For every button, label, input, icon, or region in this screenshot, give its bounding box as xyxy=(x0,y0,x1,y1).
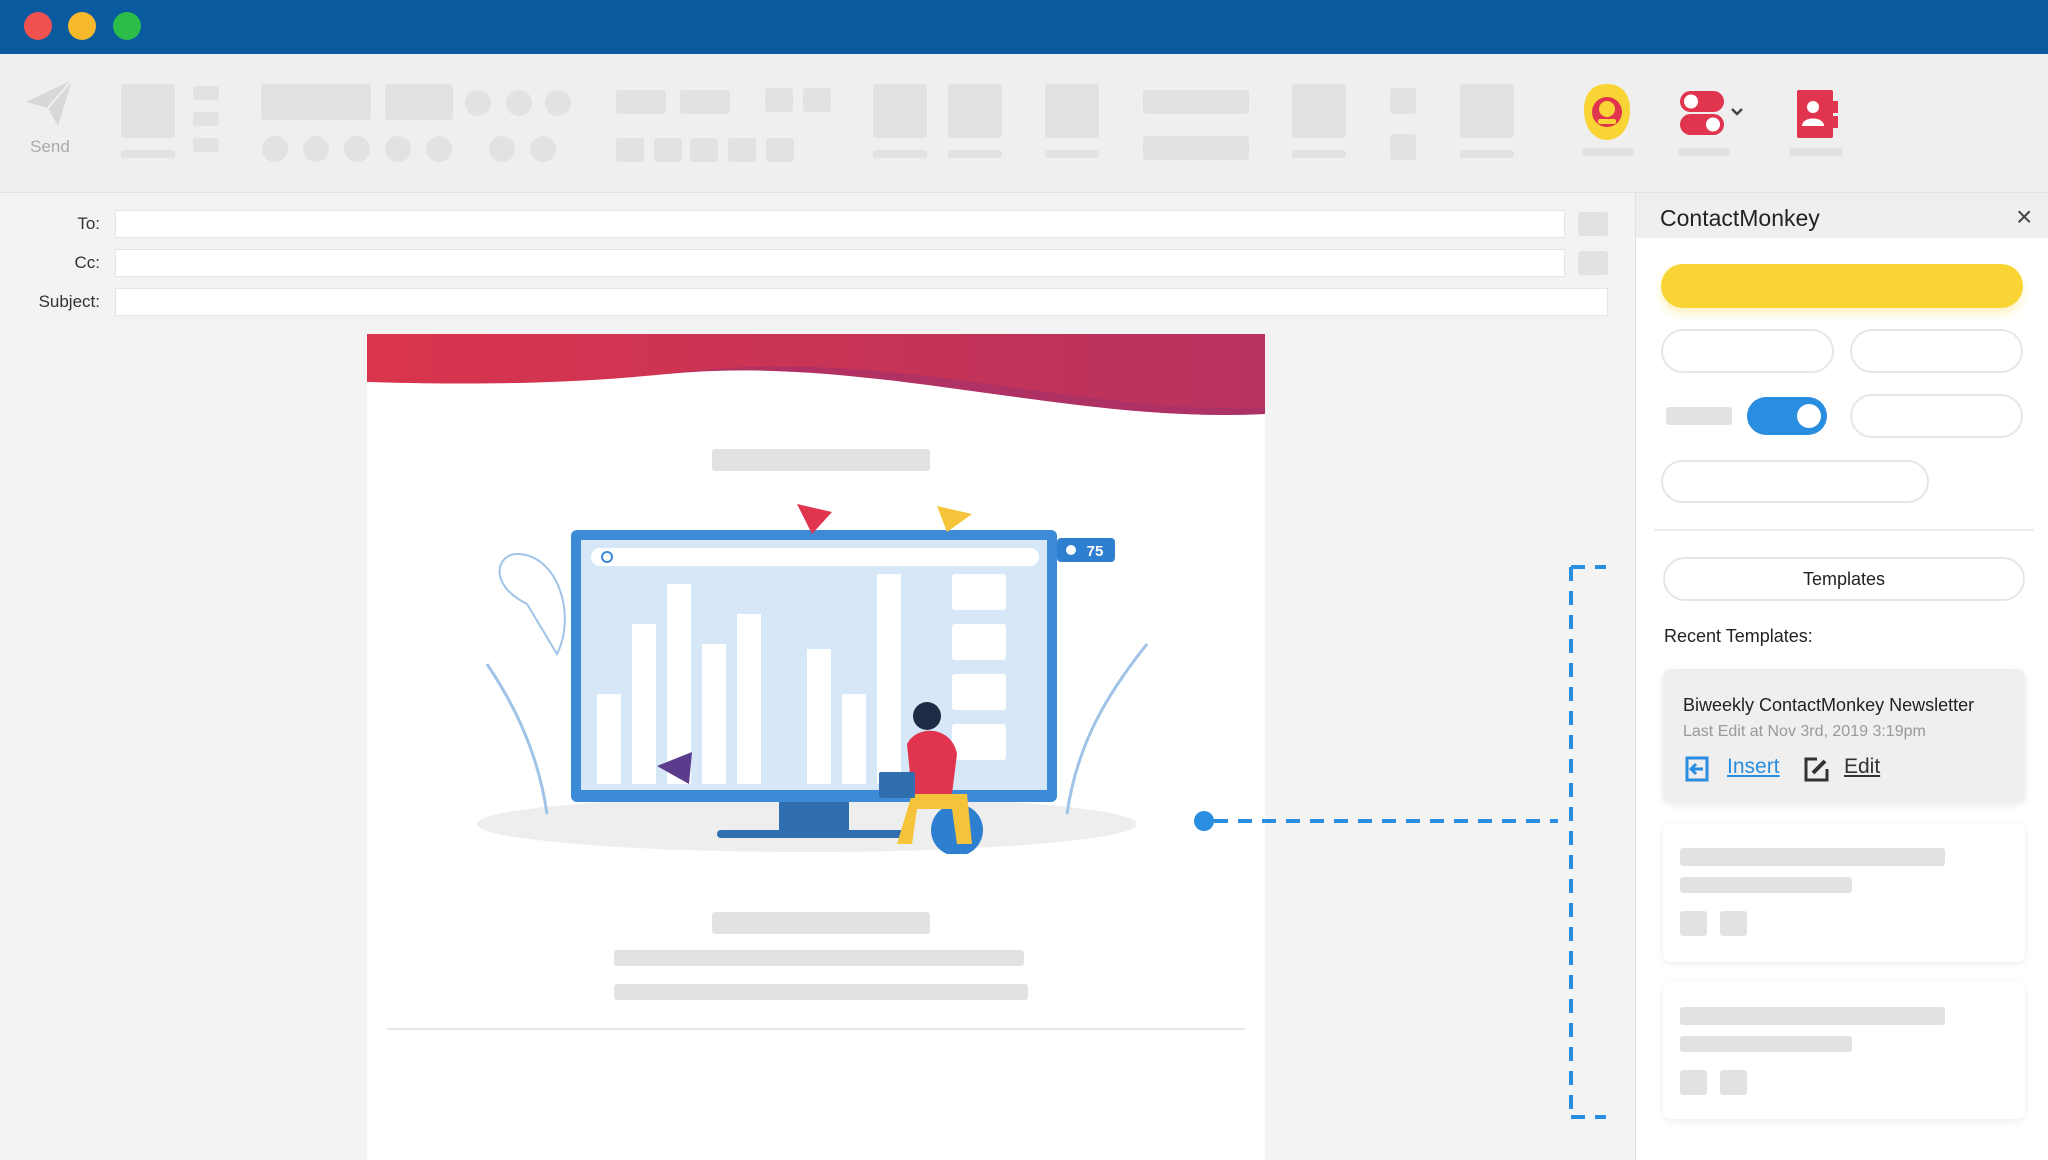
email-body[interactable]: 75 xyxy=(367,334,1265,1160)
template-card-placeholder[interactable] xyxy=(1663,823,2025,962)
to-address-book-button[interactable] xyxy=(1578,212,1608,236)
close-icon: × xyxy=(2016,201,2033,232)
option-button-1[interactable] xyxy=(1661,329,1834,373)
toolbar: Send xyxy=(0,54,2048,193)
contacts-book-icon xyxy=(1797,90,1838,138)
insert-icon xyxy=(1685,756,1709,782)
email-banner xyxy=(367,334,1265,415)
connector-line xyxy=(1194,565,1606,1119)
option-button-4[interactable] xyxy=(1661,460,1929,503)
close-panel-button[interactable]: × xyxy=(2016,201,2032,233)
to-field[interactable] xyxy=(115,210,1565,238)
contactmonkey-button[interactable] xyxy=(1580,82,1634,156)
dashboard-illustration: 75 xyxy=(477,504,1149,854)
template-last-edit: Last Edit at Nov 3rd, 2019 3:19pm xyxy=(1683,723,1926,740)
templates-button[interactable]: Templates xyxy=(1663,557,2025,601)
template-card[interactable]: Biweekly ContactMonkey Newsletter Last E… xyxy=(1663,669,2025,803)
send-label: Send xyxy=(30,137,70,156)
contacts-button[interactable] xyxy=(1789,89,1843,156)
title-bar xyxy=(0,0,2048,54)
cc-label: Cc: xyxy=(74,253,101,272)
template-name: Biweekly ContactMonkey Newsletter xyxy=(1683,695,1975,715)
eye-icon xyxy=(1066,545,1076,555)
template-card-placeholder[interactable] xyxy=(1663,982,2025,1119)
to-label: To: xyxy=(77,214,100,233)
edit-icon xyxy=(1804,757,1829,782)
toggles-dropdown-button[interactable] xyxy=(1678,90,1748,156)
panel-title: ContactMonkey xyxy=(1660,205,1820,231)
contactmonkey-logo-icon xyxy=(1584,84,1630,140)
cc-field[interactable] xyxy=(115,249,1565,277)
toggles-icon xyxy=(1680,91,1743,135)
close-window-button[interactable] xyxy=(24,12,52,40)
subject-field[interactable] xyxy=(115,288,1608,316)
maximize-window-button[interactable] xyxy=(113,12,141,40)
cc-address-book-button[interactable] xyxy=(1578,251,1608,275)
edit-link[interactable]: Edit xyxy=(1844,755,1880,779)
chevron-down-icon xyxy=(1731,108,1743,116)
contactmonkey-panel: ContactMonkey × Templates Recent Templat… xyxy=(1635,193,2048,1160)
recent-templates-label: Recent Templates: xyxy=(1664,626,1813,646)
minimize-window-button[interactable] xyxy=(68,12,96,40)
option-button-3[interactable] xyxy=(1850,394,2023,438)
send-icon xyxy=(26,79,73,126)
send-button[interactable]: Send xyxy=(22,76,78,157)
subject-label: Subject: xyxy=(38,292,100,311)
views-badge: 75 xyxy=(1087,543,1104,560)
tracking-toggle[interactable] xyxy=(1747,397,1827,435)
primary-action-button[interactable] xyxy=(1661,264,2023,308)
option-button-2[interactable] xyxy=(1850,329,2023,373)
insert-link[interactable]: Insert xyxy=(1727,755,1780,779)
